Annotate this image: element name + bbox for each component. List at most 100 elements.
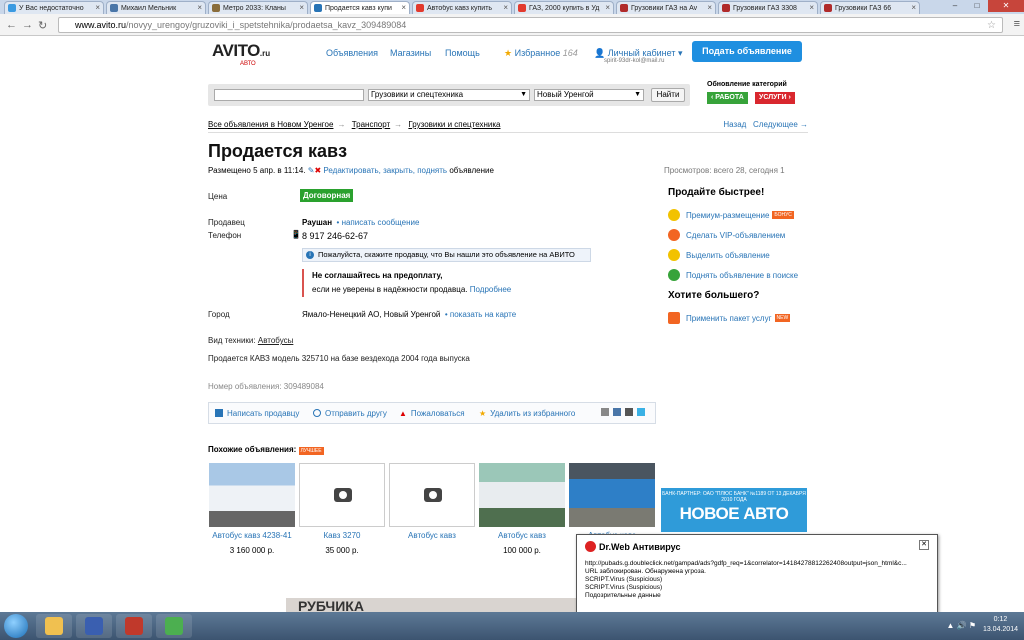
browser-tab[interactable]: ГАЗ, 2000 купить в Уд × [514,1,614,14]
listing-name[interactable]: Автобус кавз [389,531,475,540]
similar-listing-card[interactable]: Кавз 3270 35 000 р. [299,463,385,555]
send-friend-button[interactable]: Отправить другу [313,409,387,418]
twitter-icon[interactable] [637,408,645,416]
no-photo-thumbnail[interactable] [389,463,475,527]
listing-name[interactable]: Автобус кавз [479,531,565,540]
similar-title: Похожие объявления: ЛУЧШЕЕ [208,445,324,455]
listing-photo[interactable] [209,463,295,527]
report-button[interactable]: ▲ Пожаловаться [399,409,465,418]
post-ad-button[interactable]: Подать объявление [692,41,802,62]
favorites-count: 164 [562,48,578,58]
service-label: Выделить объявление [686,250,770,260]
category-value: Грузовики и спецтехника [371,90,464,99]
maximize-icon[interactable]: □ [966,0,988,12]
share-icon [313,409,321,417]
breadcrumb-transport[interactable]: Транспорт [352,120,390,129]
back-arrow-icon[interactable]: ← [6,19,17,31]
listing-name[interactable]: Автобус кавз 4238-41 [209,531,295,540]
search-input[interactable] [214,89,364,101]
close-window-icon[interactable]: ✕ [988,0,1024,12]
close-tab-icon[interactable]: × [707,3,712,12]
listing-photo[interactable] [569,463,655,527]
bookmark-star-icon[interactable]: ☆ [987,19,996,33]
city-value: Ямало-Ненецкий АО, Новый Уренгой [302,310,441,319]
close-tab-icon[interactable]: × [503,3,508,12]
folder-icon [45,617,63,635]
browser-tab[interactable]: Грузовики ГАЗ на Av × [616,1,716,14]
type-value[interactable]: Автобусы [258,336,294,345]
services-button[interactable]: УСЛУГИ › [755,92,795,104]
reload-icon[interactable]: ↻ [38,19,47,32]
seller-name: Раушан [302,218,333,227]
breadcrumb-all[interactable]: Все объявления в Новом Уренгое [208,120,333,129]
similar-listing-card[interactable]: Автобус кавз [389,463,475,546]
write-seller-button[interactable]: Написать продавцу [215,409,299,418]
browser-tab[interactable]: Грузовики ГАЗ 66 × [820,1,920,14]
menu-icon[interactable]: ≡ [1014,18,1020,30]
browser-tab[interactable]: Автобус кавз купить × [412,1,512,14]
cabinet-email: spirit-93dr-kol@mail.ru [604,58,665,64]
vk-icon[interactable] [613,408,621,416]
nav-ads[interactable]: Объявления [326,48,378,58]
forward-arrow-icon[interactable]: → [22,19,33,31]
favorites-label: Избранное [514,48,561,58]
close-tab-icon[interactable]: × [299,3,304,12]
save-taskbar-icon[interactable] [76,614,112,638]
back-link[interactable]: Назад [723,120,746,129]
close-tab-icon[interactable]: × [95,3,100,12]
apply-pack-item[interactable]: Применить пакет услуг NEW [668,308,808,328]
address-bar: ← → ↻ www.avito.ru/novyy_urengoy/gruzovi… [0,14,1024,36]
folder-taskbar-icon[interactable] [36,614,72,638]
no-photo-thumbnail[interactable] [299,463,385,527]
close-tab-icon[interactable]: × [197,3,202,12]
next-link[interactable]: Следующее → [753,120,808,129]
category-select[interactable]: Грузовики и спецтехника ▼ [368,89,530,101]
favorites-link[interactable]: ★ Избранное 164 [504,48,578,59]
browser-tab[interactable]: Михаил Мельник × [106,1,206,14]
browser-tab[interactable]: Продается кавз купи × [310,1,410,14]
favicon-icon [620,4,628,12]
close-tab-icon[interactable]: × [401,3,406,12]
service-label: Сделать VIP-объявлением [686,230,786,240]
map-link[interactable]: • показать на карте [445,310,516,319]
nav-shops[interactable]: Магазины [390,48,431,58]
link-icon[interactable] [625,408,633,416]
city-select[interactable]: Новый Уренгой ▼ [534,89,644,101]
browser-tab[interactable]: У Вас недостаточно × [4,1,104,14]
breadcrumb: Все объявления в Новом Уренгое → Транспор… [208,120,808,133]
close-icon[interactable]: ✕ [919,540,929,550]
close-tab-icon[interactable]: × [911,3,916,12]
antivirus-taskbar-icon[interactable] [116,614,152,638]
url-input[interactable]: www.avito.ru/novyy_urengoy/gruzoviki_i_s… [58,17,1003,33]
start-button[interactable] [4,614,28,638]
chrome-taskbar-icon[interactable] [156,614,192,638]
work-button[interactable]: ‹ РАБОТА [707,92,748,104]
hint-text: Пожалуйста, скажите продавцу, что Вы наш… [318,250,575,259]
listing-photo[interactable] [479,463,565,527]
unfavorite-button[interactable]: ★ Удалить из избранного [479,409,575,418]
odnoklassniki-icon[interactable] [601,408,609,416]
close-tab-icon[interactable]: × [809,3,814,12]
edit-link[interactable]: Редактировать, закрыть, поднять [323,166,447,175]
sidebar-service-item[interactable]: Сделать VIP-объявлением [668,225,808,245]
write-message-link[interactable]: • написать сообщение [337,218,420,227]
sidebar-service-item[interactable]: Поднять объявление в поиске [668,265,808,285]
browser-tab[interactable]: Метро 2033: Кланы × [208,1,308,14]
breadcrumb-trucks[interactable]: Грузовики и спецтехника [408,120,500,129]
listing-name[interactable]: Кавз 3270 [299,531,385,540]
url-host: www.avito.ru [75,20,127,30]
nav-help[interactable]: Помощь [445,48,480,58]
ad-banner[interactable]: БАНК-ПАРТНЕР: ОАО "ПЛЮС БАНК" №1189 ОТ 1… [661,488,807,532]
sidebar-service-item[interactable]: Премиум-размещение БОНУС [668,205,808,225]
sidebar-service-item[interactable]: Выделить объявление [668,245,808,265]
minimize-icon[interactable]: – [944,0,966,12]
browser-tab[interactable]: Грузовики ГАЗ 3308 × [718,1,818,14]
ad-number: Номер объявления: 309489084 [208,382,324,391]
avito-logo[interactable]: AVITO.ru АВТО [212,41,270,67]
more-link[interactable]: Подробнее [470,285,512,294]
similar-listing-card[interactable]: Автобус кавз 4238-41 3 160 000 р. [209,463,295,555]
similar-listing-card[interactable]: Автобус кавз 100 000 р. [479,463,565,555]
close-tab-icon[interactable]: × [605,3,610,12]
find-button[interactable]: Найти [651,88,685,102]
clock[interactable]: 0:12 13.04.2014 [983,615,1018,635]
